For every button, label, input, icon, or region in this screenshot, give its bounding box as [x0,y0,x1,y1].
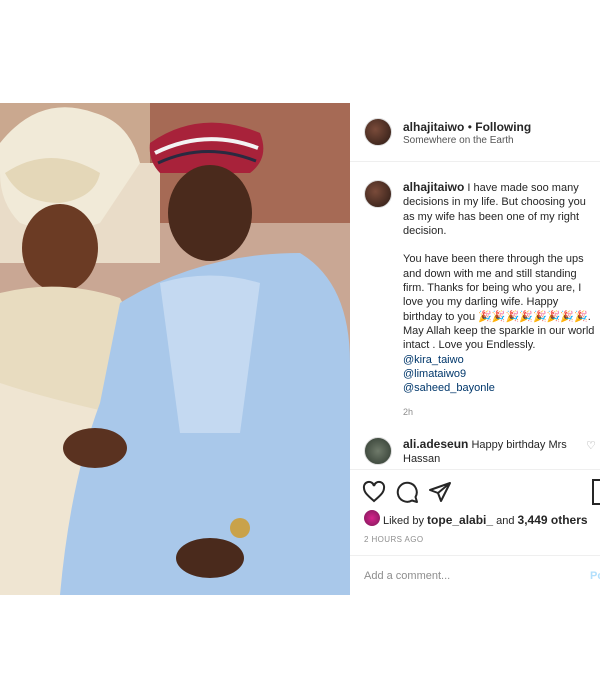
caption-text: I have made soo many decisions in my lif… [403,182,595,352]
comment-like-icon[interactable]: ♡ [586,439,596,452]
post-timestamp[interactable]: 2 HOURS AGO [364,535,424,544]
couple-photo-illustration [0,103,350,595]
separator-dot: • [464,120,476,134]
share-icon[interactable] [428,480,452,504]
heart-icon[interactable] [362,480,386,504]
post-location[interactable]: Somewhere on the Earth [403,135,514,146]
likes-count[interactable]: 3,449 others [518,513,588,527]
post-photo[interactable] [0,103,350,595]
liker-avatar[interactable] [364,510,380,526]
add-comment-bar: Add a comment... Post [350,555,600,596]
add-comment-input[interactable]: Add a comment... [364,570,450,582]
post-header: alhajitaiwo • Following Somewhere on the… [350,103,600,162]
commenter-avatar[interactable] [364,437,392,465]
mention-link[interactable]: @limataiwo9 [403,367,598,381]
author-username[interactable]: alhajitaiwo [403,120,464,134]
comment-icon[interactable] [395,480,419,504]
post-comment-button[interactable]: Post [590,570,600,582]
instagram-post: alhajitaiwo • Following Somewhere on the… [0,103,600,595]
author-line: alhajitaiwo • Following [403,120,531,134]
caption-avatar[interactable] [364,180,392,208]
likes-summary: Liked by tope_alabi_ and 3,449 others [383,513,588,527]
likes-middle: and [493,515,518,527]
post-sidebar: alhajitaiwo • Following Somewhere on the… [350,103,600,595]
mention-link[interactable]: @kira_taiwo [403,353,598,367]
commenter-username[interactable]: ali.adeseun [403,437,468,451]
bookmark-icon[interactable] [592,479,600,505]
caption-username[interactable]: alhajitaiwo [403,180,464,194]
comment-item: ali.adeseun Happy birthday Mrs Hassan [403,437,583,466]
liker-username[interactable]: tope_alabi_ [427,513,493,527]
action-bar [350,469,600,510]
author-avatar[interactable] [364,118,392,146]
following-button[interactable]: Following [475,120,531,134]
mention-link[interactable]: @saheed_bayonle [403,381,598,395]
post-caption: alhajitaiwo I have made soo many decisio… [403,180,598,395]
caption-time[interactable]: 2h [403,407,413,417]
likes-prefix: Liked by [383,515,428,527]
